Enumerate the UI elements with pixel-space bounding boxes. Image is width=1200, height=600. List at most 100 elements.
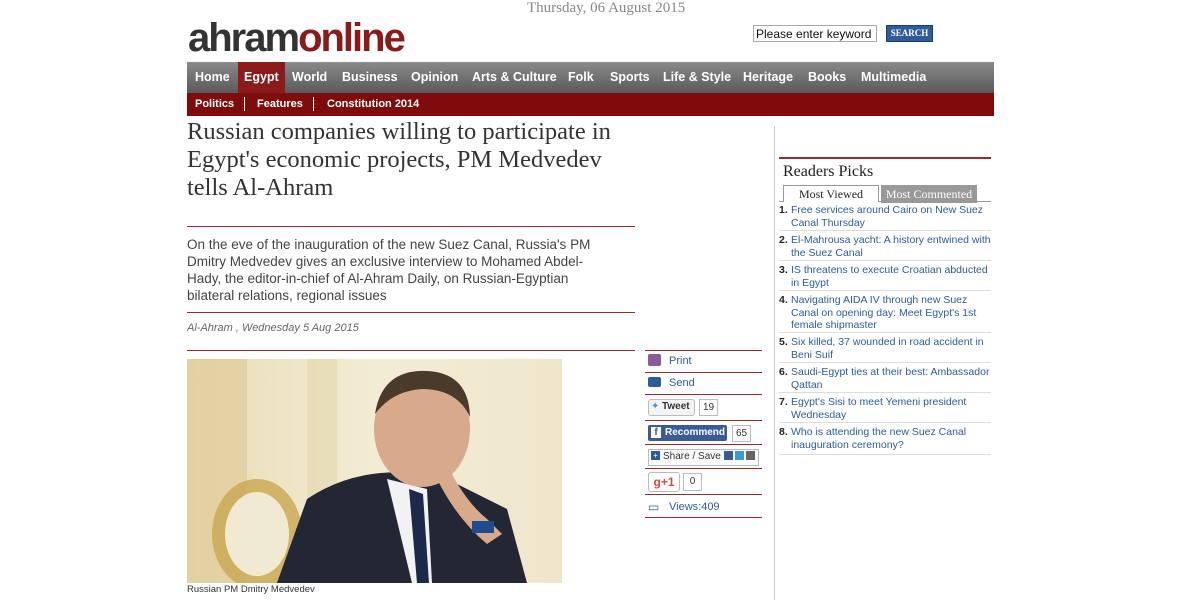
item-link[interactable]: Navigating AIDA IV through new Suez Cana… [779, 294, 991, 332]
item-link[interactable]: El-Mahrousa yacht: A history entwined wi… [779, 234, 991, 259]
nav-item-arts-culture[interactable]: Arts & Culture [466, 62, 563, 93]
nav-item-books[interactable]: Books [802, 62, 852, 93]
nav-item-opinion[interactable]: Opinion [405, 62, 464, 93]
sub-nav: Politics Features Constitution 2014 [187, 93, 994, 116]
main-nav: Home Egypt World Business Opinion Arts &… [187, 62, 994, 93]
item-number: 6. [779, 366, 788, 378]
subnav-divider [244, 97, 245, 111]
divider [645, 468, 762, 469]
readers-picks-title: Readers Picks [783, 163, 874, 180]
tweet-count: 19 [699, 399, 718, 416]
tweet-label: Tweet [662, 401, 690, 412]
subnav-item-constitution[interactable]: Constitution 2014 [327, 93, 419, 116]
plus-icon: + [651, 451, 660, 460]
subnav-item-politics[interactable]: Politics [195, 93, 234, 116]
divider [645, 372, 762, 373]
share-small-icon [746, 451, 755, 460]
divider [645, 494, 762, 495]
envelope-icon [648, 377, 661, 387]
twitter-icon: ✦ [651, 401, 660, 412]
divider [779, 392, 991, 393]
divider [779, 290, 991, 291]
item-number: 2. [779, 234, 788, 246]
nav-item-heritage[interactable]: Heritage [737, 62, 799, 93]
divider [779, 157, 991, 159]
divider [645, 517, 762, 518]
google-plus-button[interactable]: g+1 0 [645, 472, 762, 494]
nav-item-life-style[interactable]: Life & Style [657, 62, 737, 93]
nav-item-business[interactable]: Business [336, 62, 404, 93]
gplus-count: 0 [683, 473, 702, 491]
item-link[interactable]: Saudi-Egypt ties at their best: Ambassad… [779, 366, 991, 391]
divider [187, 350, 635, 351]
list-item[interactable]: 7. Egypt's Sisi to meet Yemeni president… [779, 396, 991, 421]
nav-item-world[interactable]: World [286, 62, 333, 93]
subnav-item-features[interactable]: Features [257, 93, 303, 116]
search-input[interactable] [753, 25, 877, 42]
divider [779, 422, 991, 423]
views-label: Views:409 [669, 501, 720, 513]
divider [645, 350, 762, 351]
list-item[interactable]: 8. Who is attending the new Suez Canal i… [779, 426, 991, 451]
nav-item-home[interactable]: Home [189, 62, 236, 93]
list-item[interactable]: 5. Six killed, 37 wounded in road accide… [779, 336, 991, 361]
column-divider [774, 126, 775, 600]
list-item[interactable]: 3. IS threatens to execute Croatian abdu… [779, 264, 991, 289]
item-number: 4. [779, 294, 788, 306]
nav-item-multimedia[interactable]: Multimedia [855, 62, 932, 93]
nav-item-folk[interactable]: Folk [562, 62, 600, 93]
item-number: 8. [779, 426, 788, 438]
list-item[interactable]: 2. El-Mahrousa yacht: A history entwined… [779, 234, 991, 259]
list-item[interactable]: 4. Navigating AIDA IV through new Suez C… [779, 294, 991, 332]
subnav-divider [313, 97, 314, 111]
recommend-label: Recommend [665, 427, 726, 438]
nav-item-egypt[interactable]: Egypt [238, 62, 285, 93]
list-item[interactable]: 6. Saudi-Egypt ties at their best: Ambas… [779, 366, 991, 391]
google-plus-icon: g+1 [648, 472, 680, 492]
divider [779, 260, 991, 261]
article-lead: On the eve of the inauguration of the ne… [187, 237, 591, 303]
divider [645, 420, 762, 421]
logo-part-ahram: ahram [188, 16, 300, 60]
nav-item-sports[interactable]: Sports [604, 62, 656, 93]
article-photo [187, 359, 562, 583]
list-item[interactable]: 1. Free services around Cairo on New Sue… [779, 204, 991, 229]
send-button[interactable]: Send [645, 374, 762, 396]
send-label: Send [669, 377, 695, 389]
item-number: 7. [779, 396, 788, 408]
item-number: 1. [779, 204, 788, 216]
header-date: Thursday, 06 August 2015 [527, 0, 686, 16]
tab-most-viewed[interactable]: Most Viewed [783, 185, 879, 202]
item-link[interactable]: Six killed, 37 wounded in road accident … [779, 336, 991, 361]
divider [779, 230, 991, 231]
twitter-small-icon [735, 451, 744, 460]
item-link[interactable]: Who is attending the new Suez Canal inau… [779, 426, 991, 451]
print-icon [648, 354, 661, 366]
article-headline: Russian companies willing to participate… [187, 118, 611, 201]
book-icon: ▭ [648, 500, 660, 514]
print-button[interactable]: Print [645, 352, 762, 374]
tweet-button[interactable]: ✦ Tweet 19 [645, 398, 762, 420]
print-label: Print [669, 355, 692, 367]
recommend-count: 65 [732, 425, 751, 442]
item-number: 5. [779, 336, 788, 348]
recommend-button[interactable]: f Recommend 65 [645, 424, 762, 446]
item-link[interactable]: Egypt's Sisi to meet Yemeni president We… [779, 396, 991, 421]
divider [187, 312, 635, 313]
divider [779, 454, 991, 455]
site-logo[interactable]: ahramonline [188, 14, 406, 62]
divider [779, 332, 991, 333]
photo-caption: Russian PM Dmitry Medvedev [187, 584, 315, 595]
share-save-label: Share / Save [663, 451, 721, 462]
divider [645, 444, 762, 445]
item-link[interactable]: IS threatens to execute Croatian abducte… [779, 264, 991, 289]
facebook-small-icon [724, 451, 733, 460]
divider [187, 226, 635, 227]
facebook-icon: f [651, 427, 661, 438]
item-link[interactable]: Free services around Cairo on New Suez C… [779, 204, 991, 229]
article-byline: Al-Ahram , Wednesday 5 Aug 2015 [187, 322, 359, 334]
item-number: 3. [779, 264, 788, 276]
search-button[interactable]: SEARCH [886, 25, 933, 42]
share-save-button[interactable]: + Share / Save [645, 448, 762, 470]
logo-part-online: online [298, 16, 406, 60]
